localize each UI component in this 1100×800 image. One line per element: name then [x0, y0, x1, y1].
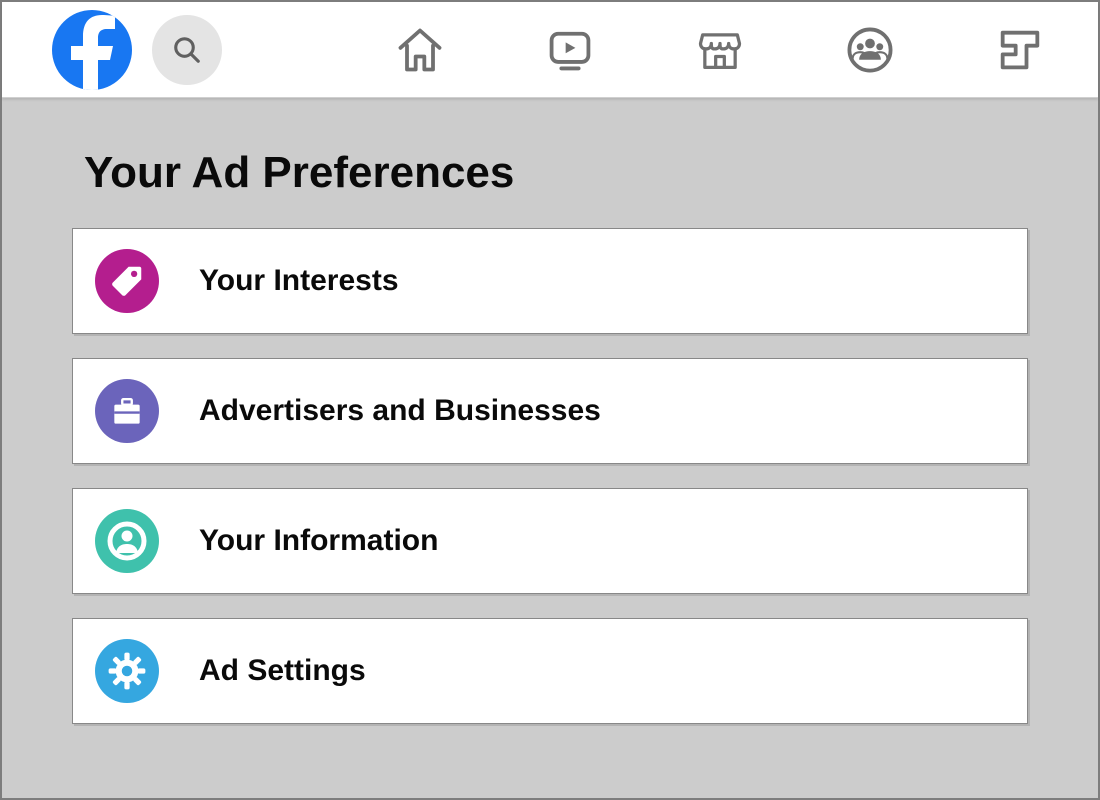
- page-content: Your Ad Preferences Your Interests Adver…: [2, 98, 1098, 798]
- briefcase-icon-wrap: [95, 379, 159, 443]
- nav-groups[interactable]: [842, 22, 898, 78]
- card-advertisers-businesses[interactable]: Advertisers and Businesses: [72, 358, 1028, 464]
- card-label: Advertisers and Businesses: [199, 394, 601, 428]
- nav-tabs: [392, 22, 1048, 78]
- watch-icon: [544, 24, 596, 76]
- page-title: Your Ad Preferences: [84, 148, 1028, 198]
- card-label: Your Information: [199, 524, 438, 558]
- top-bar: [2, 2, 1098, 98]
- tag-icon-wrap: [95, 249, 159, 313]
- card-your-interests[interactable]: Your Interests: [72, 228, 1028, 334]
- briefcase-icon: [108, 392, 146, 430]
- card-ad-settings[interactable]: Ad Settings: [72, 618, 1028, 724]
- nav-gaming[interactable]: [992, 22, 1048, 78]
- home-icon: [394, 24, 446, 76]
- card-label: Ad Settings: [199, 654, 366, 688]
- app-frame: Your Ad Preferences Your Interests Adver…: [0, 0, 1100, 800]
- search-button[interactable]: [152, 15, 222, 85]
- tag-icon: [108, 262, 146, 300]
- facebook-logo[interactable]: [52, 10, 132, 90]
- marketplace-icon: [694, 24, 746, 76]
- nav-watch[interactable]: [542, 22, 598, 78]
- card-your-information[interactable]: Your Information: [72, 488, 1028, 594]
- person-circle-icon: [103, 517, 151, 565]
- gaming-icon: [994, 24, 1046, 76]
- facebook-f-icon: [52, 10, 132, 90]
- groups-icon: [844, 24, 896, 76]
- nav-marketplace[interactable]: [692, 22, 748, 78]
- nav-home[interactable]: [392, 22, 448, 78]
- gear-icon: [106, 650, 148, 692]
- card-label: Your Interests: [199, 264, 399, 298]
- search-icon: [172, 35, 202, 65]
- gear-icon-wrap: [95, 639, 159, 703]
- person-circle-icon-wrap: [95, 509, 159, 573]
